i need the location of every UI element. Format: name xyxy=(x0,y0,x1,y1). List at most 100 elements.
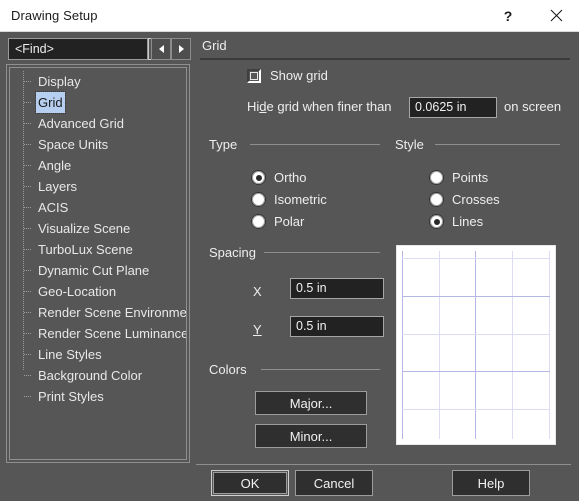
grid-preview xyxy=(396,245,556,445)
hide-grid-threshold-input[interactable]: 0.0625 in xyxy=(409,97,497,118)
sidebar-item-label: Background Color xyxy=(38,368,143,383)
panel-divider xyxy=(200,58,570,60)
tree-branch-icon xyxy=(24,375,32,376)
grid-preview-canvas xyxy=(402,251,550,439)
arrow-right-icon xyxy=(178,45,184,53)
style-group-header: Style xyxy=(395,137,424,152)
find-input[interactable]: <Find> xyxy=(8,38,148,60)
sidebar-item-background-color[interactable]: Background Color xyxy=(10,365,186,386)
radio-ortho[interactable]: Ortho xyxy=(252,170,307,185)
sidebar-item-geo-location[interactable]: Geo-Location xyxy=(10,281,186,302)
sidebar-item-acis[interactable]: ACIS xyxy=(10,197,186,218)
cancel-button[interactable]: Cancel xyxy=(295,470,373,496)
window-title: Drawing Setup xyxy=(11,8,98,23)
sidebar-item-label: Render Scene Luminance xyxy=(38,326,187,341)
tree-branch-icon xyxy=(24,249,32,250)
hide-grid-label-row: Hide grid when finer than xyxy=(247,99,392,114)
spacing-group-header: Spacing xyxy=(209,245,256,260)
radio-crosses[interactable]: Crosses xyxy=(430,192,500,207)
hide-grid-label-post: e grid when finer than xyxy=(266,99,392,114)
tree-branch-icon xyxy=(24,186,32,187)
sidebar-item-label: Print Styles xyxy=(38,389,104,404)
sidebar-item-label: Geo-Location xyxy=(38,284,117,299)
checkbox-icon xyxy=(247,68,261,83)
sidebar-item-label: Dynamic Cut Plane xyxy=(38,263,150,278)
minor-color-button[interactable]: Minor... xyxy=(255,424,367,448)
sidebar-item-grid[interactable]: Grid xyxy=(10,91,186,114)
type-group-header: Type xyxy=(209,137,238,152)
sidebar-item-turbolux-scene[interactable]: TurboLux Scene xyxy=(10,239,186,260)
sidebar-item-angle[interactable]: Angle xyxy=(10,155,186,176)
ok-button[interactable]: OK xyxy=(211,470,289,496)
sidebar-item-label: Display xyxy=(38,74,81,89)
radio-icon xyxy=(430,171,443,184)
spacing-y-input[interactable]: 0.5 in xyxy=(290,316,384,337)
help-button[interactable]: ? xyxy=(485,0,531,31)
sidebar-item-line-styles[interactable]: Line Styles xyxy=(10,344,186,365)
sidebar-item-label: Grid xyxy=(35,91,66,114)
settings-tree[interactable]: Display Grid Advanced Grid Space Units A… xyxy=(9,67,187,460)
sidebar-item-render-scene-environment[interactable]: Render Scene Environment xyxy=(10,302,186,323)
sidebar-item-label: Render Scene Environment xyxy=(38,305,187,320)
radio-crosses-label: Crosses xyxy=(452,192,500,207)
sidebar-item-display[interactable]: Display xyxy=(10,71,186,92)
radio-icon xyxy=(430,193,443,206)
sidebar-item-label: Visualize Scene xyxy=(38,221,131,236)
colors-group-rule xyxy=(261,369,380,370)
hide-grid-label-mnemonic: d xyxy=(259,99,267,114)
sidebar-item-label: Line Styles xyxy=(38,347,102,362)
close-button[interactable] xyxy=(533,0,579,31)
tree-branch-icon xyxy=(24,165,32,166)
radio-ortho-label: Ortho xyxy=(274,170,307,185)
sidebar-item-space-units[interactable]: Space Units xyxy=(10,134,186,155)
nav-next-button[interactable] xyxy=(171,38,191,60)
nav-prev-button[interactable] xyxy=(151,38,171,60)
tree-branch-icon xyxy=(24,144,32,145)
sidebar-item-advanced-grid[interactable]: Advanced Grid xyxy=(10,113,186,134)
radio-isometric-label: Isometric xyxy=(274,192,327,207)
sidebar-item-render-scene-luminance[interactable]: Render Scene Luminance xyxy=(10,323,186,344)
spacing-y-label: Y xyxy=(253,322,262,337)
close-icon xyxy=(550,9,562,22)
tree-branch-icon xyxy=(24,354,32,355)
radio-points-label: Points xyxy=(452,170,489,185)
settings-tree-panel: Display Grid Advanced Grid Space Units A… xyxy=(6,64,190,463)
sidebar-item-dynamic-cut-plane[interactable]: Dynamic Cut Plane xyxy=(10,260,186,281)
sidebar-item-label: Space Units xyxy=(38,137,109,152)
footer-divider xyxy=(196,464,571,465)
tree-branch-icon xyxy=(24,291,32,292)
tree-branch-icon xyxy=(24,207,32,208)
show-grid-checkbox[interactable]: Show grid xyxy=(247,68,328,83)
colors-group-header: Colors xyxy=(209,362,247,377)
help-footer-button[interactable]: Help xyxy=(452,470,530,496)
tree-branch-icon xyxy=(24,81,32,82)
radio-polar[interactable]: Polar xyxy=(252,214,304,229)
ok-button-label: OK xyxy=(213,472,287,494)
radio-isometric[interactable]: Isometric xyxy=(252,192,327,207)
tree-branch-icon xyxy=(24,102,32,103)
sidebar-item-label: Layers xyxy=(38,179,78,194)
style-group-rule xyxy=(435,144,560,145)
hide-grid-label-pre: Hi xyxy=(247,99,260,114)
major-color-button[interactable]: Major... xyxy=(255,391,367,415)
tree-branch-icon xyxy=(24,228,32,229)
spacing-group-rule xyxy=(264,252,380,253)
page-title: Grid xyxy=(202,38,227,53)
radio-lines-label: Lines xyxy=(452,214,484,229)
sidebar-item-layers[interactable]: Layers xyxy=(10,176,186,197)
radio-icon xyxy=(252,215,265,228)
sidebar-item-print-styles[interactable]: Print Styles xyxy=(10,386,186,407)
radio-icon xyxy=(252,171,265,184)
sidebar-item-visualize-scene[interactable]: Visualize Scene xyxy=(10,218,186,239)
radio-icon xyxy=(252,193,265,206)
radio-lines[interactable]: Lines xyxy=(430,214,483,229)
tree-branch-icon xyxy=(24,396,32,397)
drawing-setup-dialog: Drawing Setup ? <Find> Display Grid Adva… xyxy=(0,0,579,501)
spacing-x-input[interactable]: 0.5 in xyxy=(290,278,384,299)
radio-points[interactable]: Points xyxy=(430,170,488,185)
tree-branch-icon xyxy=(24,312,32,313)
radio-icon xyxy=(430,215,443,228)
show-grid-label: Show grid xyxy=(270,68,328,83)
tree-branch-icon xyxy=(24,270,32,271)
type-group-rule xyxy=(250,144,380,145)
